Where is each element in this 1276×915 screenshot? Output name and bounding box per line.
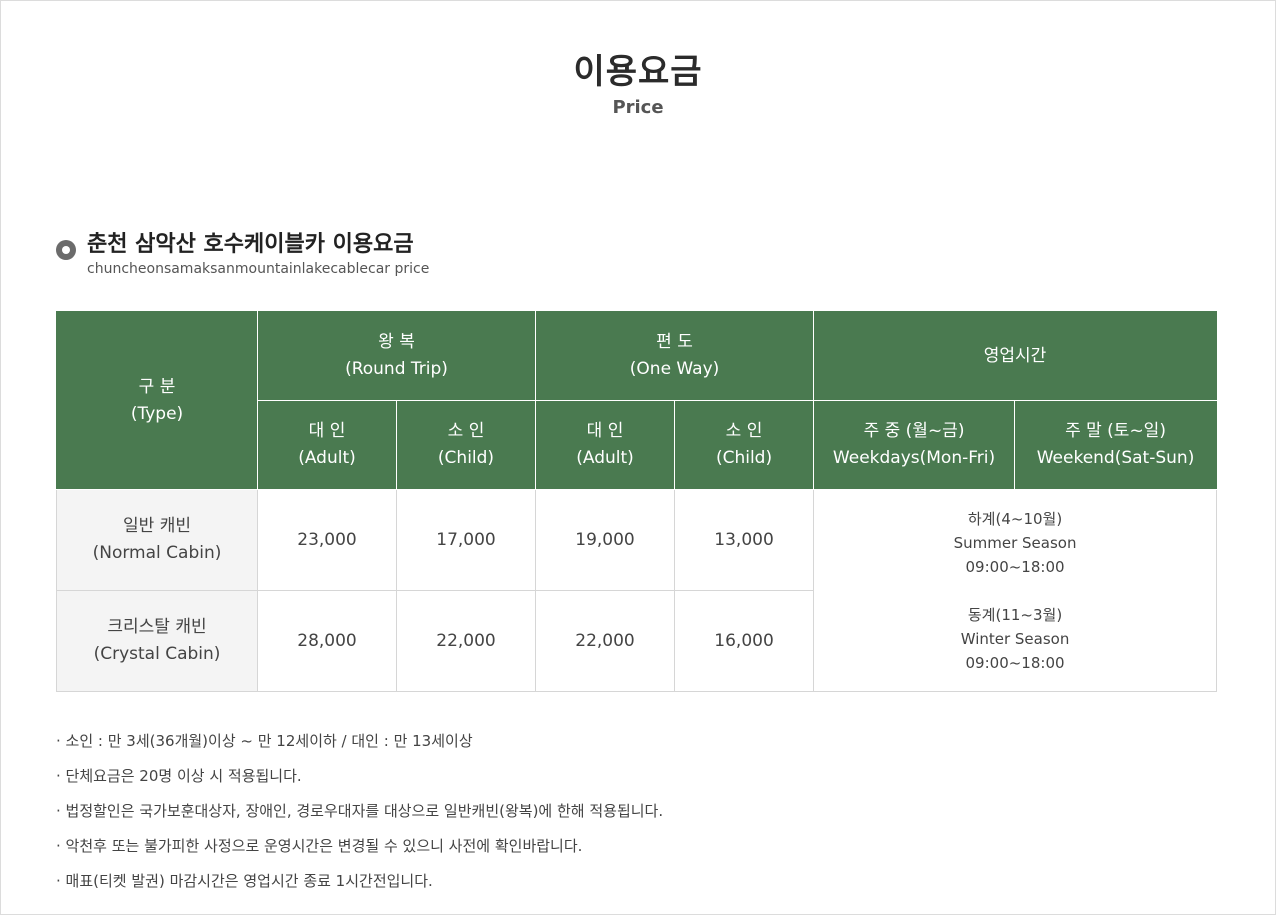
section-title: 춘천 삼악산 호수케이블카 이용요금 [87, 232, 414, 257]
header-one-way-en: (One Way) [629, 359, 720, 379]
note-item: · 단체요금은 20명 이상 시 적용됩니다. [56, 767, 302, 785]
header-round-trip-ko: 왕 복 [378, 332, 415, 352]
header-type: 구 분 (Type) [56, 311, 258, 490]
section-bullet-icon [56, 240, 76, 260]
header-weekdays-ko: 주 중 (월~금) [863, 421, 965, 441]
row-type-ko: 크리스탈 캐빈 [107, 617, 207, 637]
price-cell: 13,000 [674, 489, 815, 591]
header-child-en: (Child) [437, 448, 495, 468]
table-row: 일반 캐빈 (Normal Cabin) 23,000 17,000 19,00… [56, 489, 1218, 692]
summer-season: Summer Season [953, 533, 1077, 552]
header-weekend: 주 말 (토~일) Weekend(Sat-Sun) [1014, 400, 1218, 490]
header-one-way: 편 도 (One Way) [535, 311, 815, 401]
header-one-way-ko: 편 도 [656, 332, 693, 352]
price-table: 구 분 (Type) 왕 복 (Round Trip) 편 도 (One Way… [56, 311, 1218, 692]
header-weekdays: 주 중 (월~금) Weekdays(Mon-Fri) [813, 400, 1016, 490]
header-round-trip: 왕 복 (Round Trip) [256, 311, 537, 401]
note-item: · 소인 : 만 3세(36개월)이상 ~ 만 12세이하 / 대인 : 만 1… [56, 732, 473, 750]
header-child-en: (Child) [715, 448, 773, 468]
header-weekend-en: Weekend(Sat-Sun) [1036, 448, 1195, 468]
header-child-ko: 소 인 [447, 421, 485, 441]
notes-list: · 소인 : 만 3세(36개월)이상 ~ 만 12세이하 / 대인 : 만 1… [56, 729, 663, 904]
row-type-ko: 일반 캐빈 [123, 516, 191, 536]
header-round-trip-en: (Round Trip) [345, 359, 448, 379]
winter-hours: 동계(11~3월) Winter Season 09:00~18:00 [814, 603, 1216, 675]
note-item: · 악천후 또는 불가피한 사정으로 운영시간은 변경될 수 있으니 사전에 확… [56, 837, 583, 855]
row-type-crystal: 크리스탈 캐빈 (Crystal Cabin) [56, 590, 258, 692]
summer-label: 하계(4~10월) [967, 509, 1063, 528]
row-type-en: (Normal Cabin) [92, 543, 222, 563]
price-cell: 19,000 [535, 489, 676, 591]
price-cell: 17,000 [395, 489, 537, 591]
price-cell: 22,000 [535, 590, 676, 692]
header-adult-en: (Adult) [298, 448, 356, 468]
header-adult-en: (Adult) [576, 448, 634, 468]
header-oneway-child: 소 인 (Child) [674, 400, 815, 490]
price-cell: 28,000 [257, 590, 397, 692]
header-type-ko: 구 분 [138, 376, 176, 397]
row-type-en: (Crystal Cabin) [93, 644, 221, 664]
summer-hours: 하계(4~10월) Summer Season 09:00~18:00 [814, 507, 1216, 579]
header-weekend-ko: 주 말 (토~일) [1065, 421, 1166, 441]
section-subtitle: chuncheonsamaksanmountainlakecablecar pr… [87, 261, 430, 277]
page-subtitle: Price [612, 97, 664, 118]
header-hours: 영업시간 [813, 311, 1218, 401]
header-round-adult: 대 인 (Adult) [257, 400, 397, 490]
operating-hours-cell: 하계(4~10월) Summer Season 09:00~18:00 동계(1… [813, 489, 1218, 692]
winter-time: 09:00~18:00 [965, 653, 1065, 672]
header-adult-ko: 대 인 [308, 421, 346, 441]
winter-season: Winter Season [960, 629, 1070, 648]
header-oneway-adult: 대 인 (Adult) [535, 400, 676, 490]
header-round-child: 소 인 (Child) [395, 400, 537, 490]
note-item: · 법정할인은 국가보훈대상자, 장애인, 경로우대자를 대상으로 일반캐빈(왕… [56, 802, 664, 820]
header-type-en: (Type) [130, 403, 184, 424]
page-title: 이용요금 [573, 52, 703, 92]
price-cell: 16,000 [674, 590, 815, 692]
price-cell: 23,000 [257, 489, 397, 591]
header-adult-ko: 대 인 [586, 421, 624, 441]
header-child-ko: 소 인 [725, 421, 763, 441]
note-item: · 매표(티켓 발권) 마감시간은 영업시간 종료 1시간전입니다. [56, 872, 433, 890]
price-cell: 22,000 [395, 590, 537, 692]
row-type-normal: 일반 캐빈 (Normal Cabin) [56, 489, 258, 591]
winter-label: 동계(11~3월) [967, 605, 1063, 624]
header-weekdays-en: Weekdays(Mon-Fri) [832, 448, 996, 468]
summer-time: 09:00~18:00 [965, 557, 1065, 576]
